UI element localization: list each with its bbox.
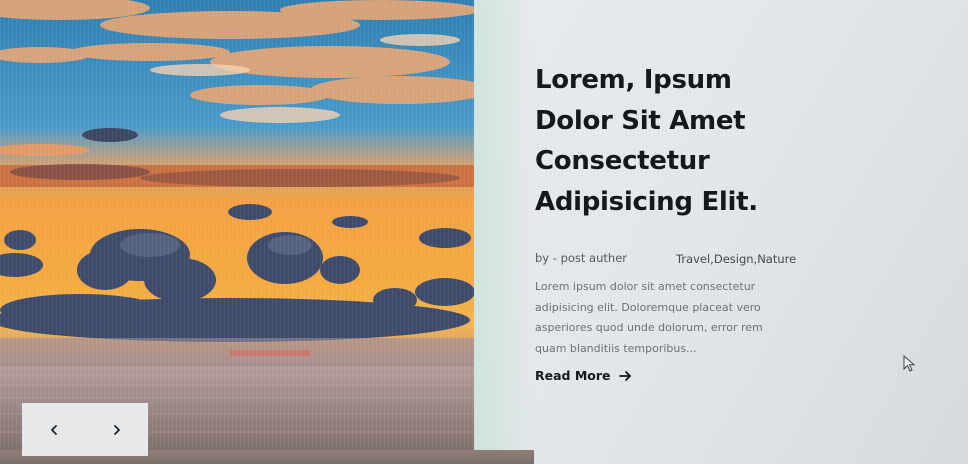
read-more-label: Read More xyxy=(535,368,611,383)
mouse-cursor-icon xyxy=(903,355,916,372)
arrow-right-icon xyxy=(618,370,631,381)
post-title-line: Adipisicing Elit. xyxy=(535,186,758,217)
post-excerpt: Lorem ipsum dolor sit amet consectetur a… xyxy=(535,277,785,359)
prev-slide-button[interactable] xyxy=(34,410,74,450)
post-title-line: Lorem, Ipsum xyxy=(535,65,732,95)
post-tags: Travel,Design,Nature xyxy=(676,252,797,266)
hero-image xyxy=(0,0,474,450)
post-title: Lorem, Ipsum Dolor Sit Amet Consectetur … xyxy=(535,60,835,222)
post-author: by - post auther xyxy=(535,251,627,265)
post-excerpt-line: Lorem ipsum dolor sit amet consectetur xyxy=(535,280,756,293)
post-title-line: Dolor Sit Amet xyxy=(535,105,746,136)
read-more-link[interactable]: Read More xyxy=(535,368,632,383)
post-title-line: Consectetur xyxy=(535,146,710,176)
chevron-right-icon xyxy=(113,424,120,435)
chevron-left-icon xyxy=(50,424,57,435)
post-excerpt-line: quam blanditiis temporibus... xyxy=(535,341,697,355)
post-excerpt-line: adipisicing elit. Doloremque placeat ver… xyxy=(535,300,761,314)
post-excerpt-line: asperiores quod unde dolorum, error rem xyxy=(535,321,763,334)
blog-slide: Lorem, Ipsum Dolor Sit Amet Consectetur … xyxy=(0,0,968,464)
slider-nav xyxy=(22,403,148,456)
next-slide-button[interactable] xyxy=(97,410,137,450)
